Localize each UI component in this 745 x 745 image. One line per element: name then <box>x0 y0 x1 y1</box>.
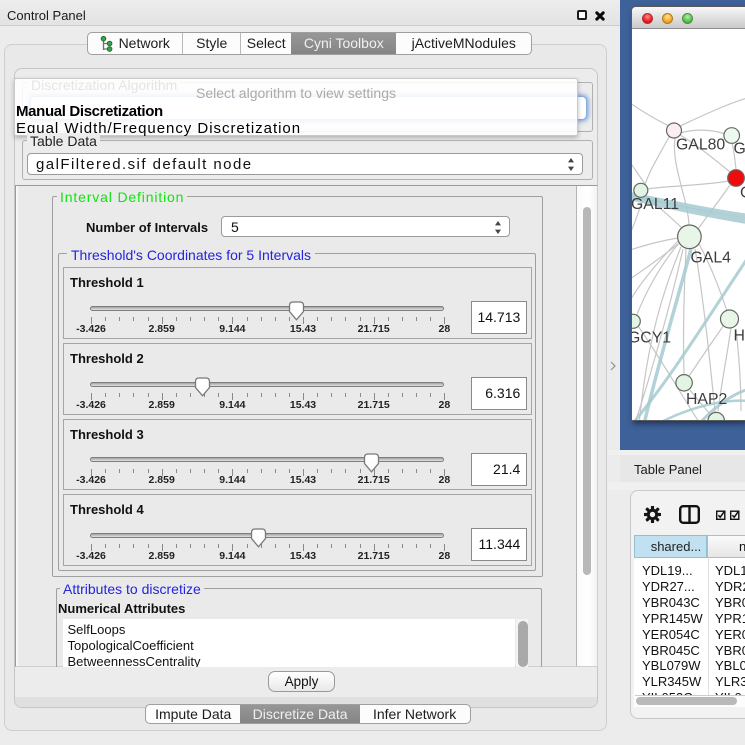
svg-text:GA: GA <box>734 141 745 158</box>
svg-text:H: H <box>734 328 745 345</box>
svg-text:GAL11: GAL11 <box>632 196 679 213</box>
svg-text:HAP2: HAP2 <box>686 391 727 408</box>
svg-text:C: C <box>740 185 745 202</box>
svg-text:GAL80: GAL80 <box>676 137 725 154</box>
svg-text:GAL4: GAL4 <box>691 250 732 267</box>
svg-text:GCY1: GCY1 <box>632 330 671 347</box>
